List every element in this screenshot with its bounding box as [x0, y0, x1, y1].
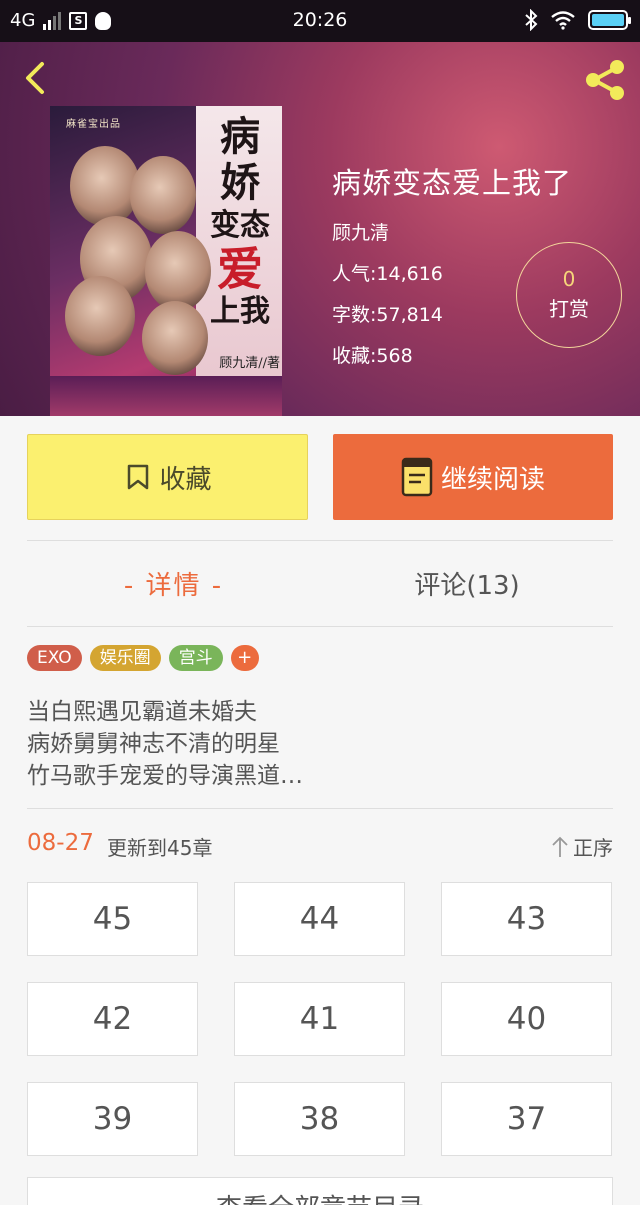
chapter-cell[interactable]: 40 — [441, 982, 612, 1056]
chapter-cell[interactable]: 41 — [234, 982, 405, 1056]
book-author[interactable]: 顾九清 — [332, 218, 572, 245]
book-description[interactable]: 当白熙遇见霸道未婚夫 病娇舅舅神志不清的明星 竹马歌手宠爱的导演黑道… — [27, 696, 607, 792]
wifi-icon — [551, 11, 575, 30]
description-line: 竹马歌手宠爱的导演黑道… — [27, 763, 303, 789]
favorites-stat: 收藏:568 — [332, 345, 413, 367]
reward-label: 打赏 — [549, 297, 589, 321]
add-tag-button[interactable]: + — [230, 645, 259, 671]
book-title: 病娇变态爱上我了 — [332, 166, 573, 200]
book-icon — [401, 457, 433, 497]
chapter-grid: 45 44 43 42 41 40 39 38 37 — [27, 882, 613, 1156]
chapter-cell[interactable]: 37 — [441, 1082, 612, 1156]
chapter-cell[interactable]: 45 — [27, 882, 198, 956]
tag-palace[interactable]: 宫斗 — [168, 645, 223, 671]
tag-entertainment[interactable]: 娱乐圈 — [89, 645, 161, 671]
chapter-cell[interactable]: 38 — [234, 1082, 405, 1156]
book-header: 麻雀宝出品 病 娇 变态 爱 上我 顾九清//著 病娇变态爱上我了 顾九清 人气… — [0, 42, 640, 416]
reward-count: 0 — [562, 267, 576, 291]
chapter-cell[interactable]: 43 — [441, 882, 612, 956]
chapter-cell[interactable]: 44 — [234, 882, 405, 956]
sort-toggle[interactable]: 正序 — [551, 832, 613, 861]
cover-author: 顾九清//著 — [219, 356, 280, 371]
book-cover[interactable]: 麻雀宝出品 病 娇 变态 爱 上我 顾九清//著 — [50, 106, 282, 416]
tag-list: EXO 娱乐圈 宫斗 + — [27, 645, 259, 671]
tab-bar: - 详情 - 评论(13) — [0, 541, 640, 625]
description-line: 病娇舅舅神志不清的明星 — [27, 731, 280, 757]
battery-icon — [588, 10, 631, 30]
collect-button[interactable]: 收藏 — [27, 434, 308, 520]
sort-label: 正序 — [573, 836, 613, 860]
update-row: 08-27 更新到45章 正序 — [27, 828, 613, 864]
tag-exo[interactable]: EXO — [27, 645, 82, 671]
description-line: 当白熙遇见霸道未婚夫 — [27, 699, 257, 725]
collect-label: 收藏 — [159, 464, 212, 495]
continue-reading-label: 继续阅读 — [440, 464, 545, 495]
bookmark-icon — [128, 464, 149, 490]
divider — [27, 808, 613, 809]
cover-publisher-tag: 麻雀宝出品 — [66, 119, 121, 130]
tab-comments[interactable]: 评论(13) — [347, 565, 587, 602]
share-icon[interactable] — [582, 58, 628, 102]
chapter-cell[interactable]: 39 — [27, 1082, 198, 1156]
continue-reading-button[interactable]: 继续阅读 — [333, 434, 613, 520]
tab-details[interactable]: - 详情 - — [0, 565, 347, 602]
reward-button[interactable]: 0 打赏 — [516, 242, 622, 348]
divider — [27, 626, 613, 627]
back-icon[interactable] — [18, 60, 54, 96]
cover-title: 病 娇 变态 爱 上我 — [210, 113, 270, 330]
all-chapters-button[interactable]: 查看全部章节目录 — [27, 1177, 613, 1205]
chapter-cell[interactable]: 42 — [27, 982, 198, 1056]
arrow-up-icon — [552, 836, 568, 857]
bluetooth-icon — [525, 9, 538, 31]
status-bar: 4G S 20:26 — [0, 0, 640, 42]
update-info: 更新到45章 — [107, 836, 213, 860]
update-date: 08-27 — [27, 830, 94, 856]
